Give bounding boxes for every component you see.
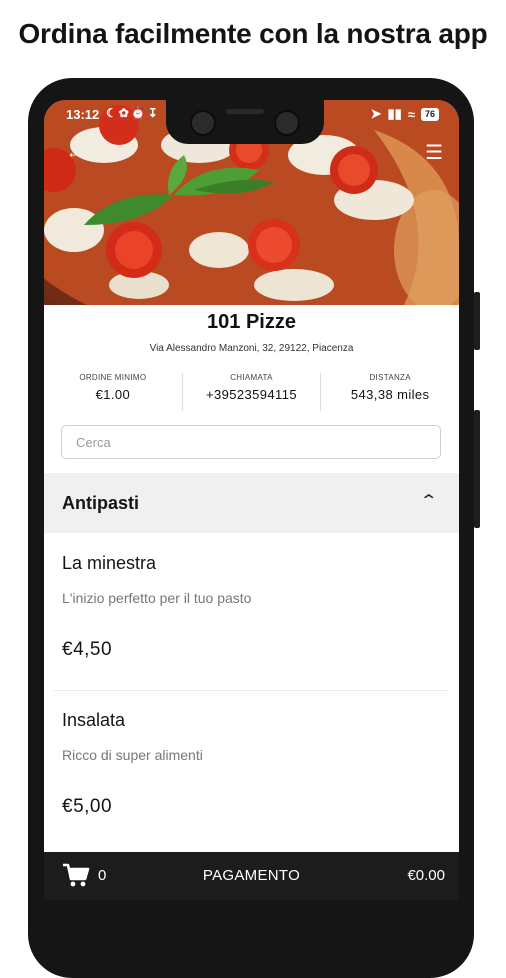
item-name: La minestra: [62, 553, 157, 573]
item-price: €5,00: [62, 796, 113, 817]
item-description: Ricco di super alimenti: [62, 747, 203, 763]
promo-headline: Ordina facilmente con la nostra app: [18, 18, 488, 49]
stat-label: CHIAMATA: [230, 373, 273, 382]
app-screen: ← ☰ 13:12 ☾✿⏰↧ ➤ ▮▮ ≈ 76 101 Pizze Via A…: [44, 100, 459, 900]
stat-call[interactable]: CHIAMATA +39523594115: [183, 373, 322, 411]
stat-label: DISTANZA: [369, 373, 411, 382]
front-camera: [190, 110, 216, 136]
checkout-button[interactable]: PAGAMENTO: [44, 867, 459, 884]
item-description: L'inizio perfetto per il tuo pasto: [62, 590, 252, 606]
stat-value: 543,38 miles: [350, 387, 430, 402]
divider: [54, 690, 449, 691]
front-sensor: [274, 110, 300, 136]
battery-indicator: 76: [420, 107, 439, 121]
cart-total: €0.00: [407, 867, 445, 884]
stat-label: ORDINE MINIMO: [79, 373, 147, 382]
search-input[interactable]: [61, 425, 441, 459]
restaurant-stats: ORDINE MINIMO €1.00 CHIAMATA +3952359411…: [44, 373, 459, 411]
status-notification-icons: ☾✿⏰↧: [106, 106, 160, 120]
checkout-bar[interactable]: 0 PAGAMENTO €0.00: [44, 852, 459, 900]
stat-minimum-order: ORDINE MINIMO €1.00: [44, 373, 183, 411]
item-price: €4,50: [62, 639, 113, 660]
back-arrow-icon[interactable]: ←: [66, 142, 84, 163]
location-icon: ➤: [370, 106, 382, 121]
signal-icon: ▮▮: [387, 106, 402, 121]
stat-value: €1.00: [95, 387, 131, 402]
hamburger-menu-icon[interactable]: ☰: [425, 140, 443, 165]
item-name: Insalata: [62, 710, 126, 730]
status-system-icons: ➤ ▮▮ ≈ 76: [371, 106, 439, 122]
category-header-antipasti[interactable]: Antipasti ⌃: [44, 473, 459, 533]
stat-value[interactable]: +39523594115: [183, 387, 321, 402]
phone-side-button: [474, 410, 480, 528]
camera-notch: [166, 100, 324, 144]
restaurant-name: 101 Pizze: [207, 311, 296, 333]
phone-side-button: [474, 292, 480, 350]
status-time: 13:12: [66, 107, 100, 122]
wifi-icon: ≈: [407, 106, 415, 122]
chevron-up-icon[interactable]: ⌃: [419, 491, 438, 511]
category-title: Antipasti: [62, 493, 140, 513]
stat-distance: DISTANZA 543,38 miles: [321, 373, 459, 411]
earpiece-speaker: [226, 109, 264, 114]
restaurant-address: Via Alessandro Manzoni, 32, 29122, Piace…: [149, 343, 354, 354]
